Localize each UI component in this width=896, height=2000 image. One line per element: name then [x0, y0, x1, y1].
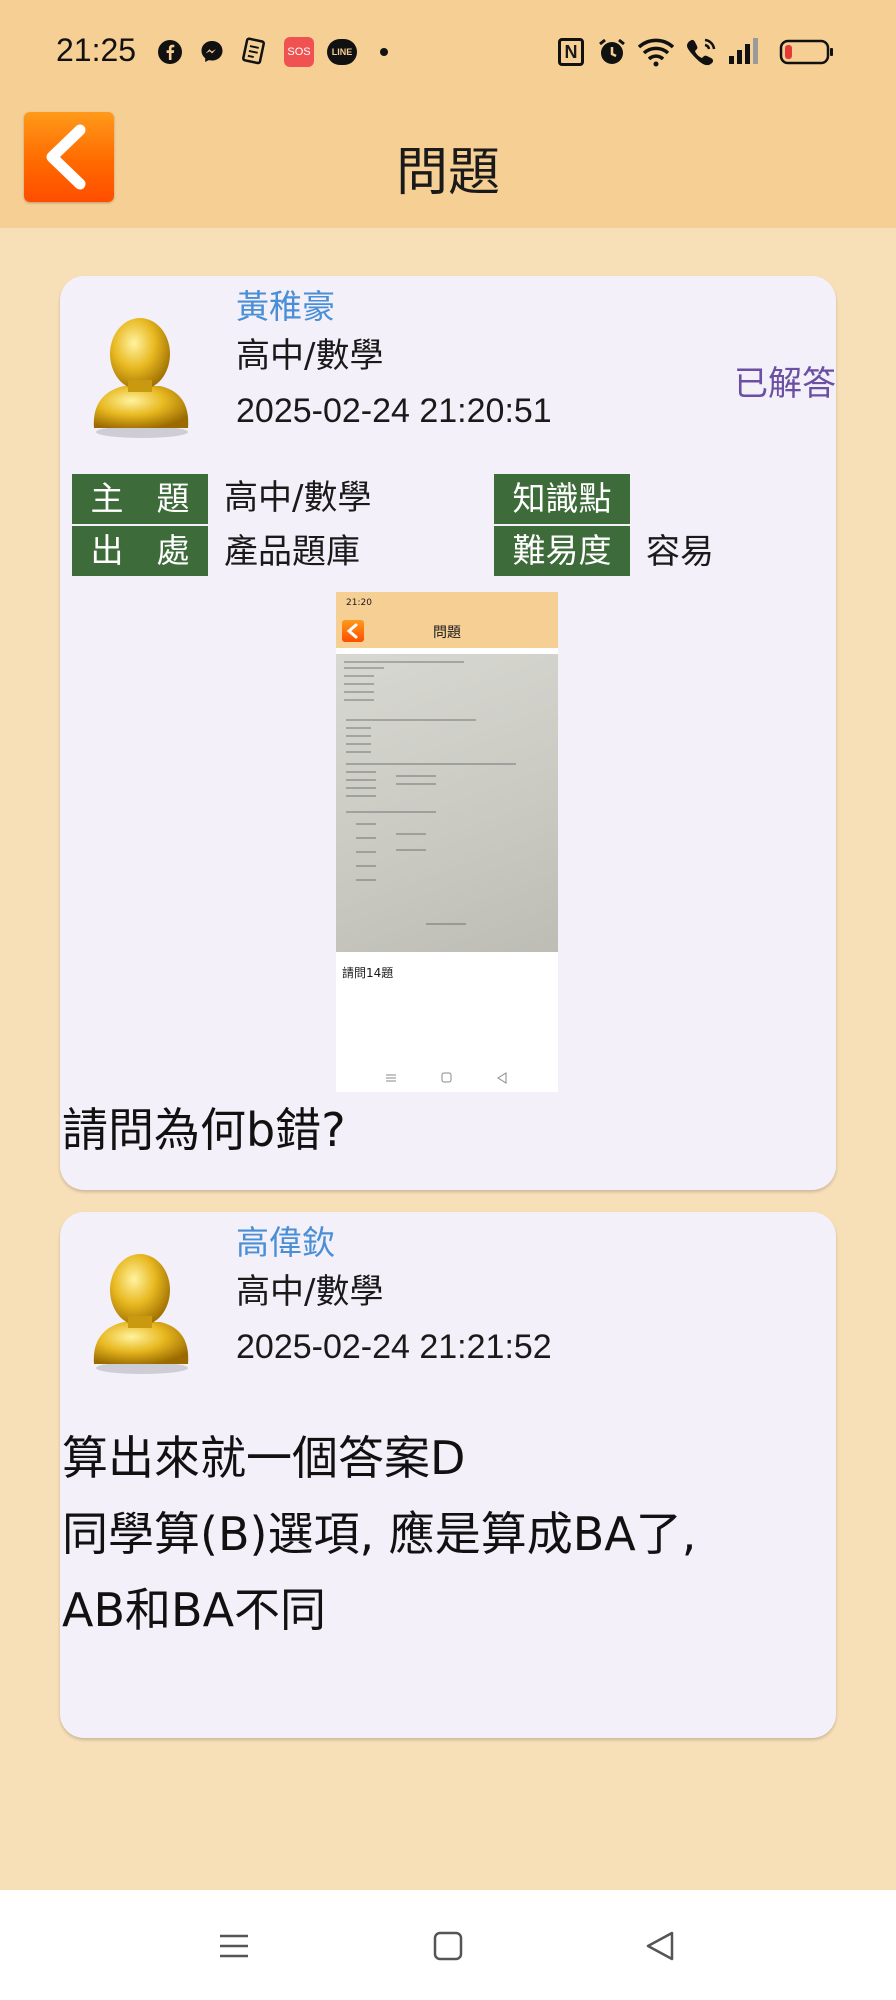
answer-text: 算出來就一個答案D 同學算(B)選項, 應是算成BA了, AB和BA不同 [62, 1431, 697, 1637]
notes-app-icon [240, 36, 268, 68]
answer-timestamp: 2025-02-24 21:21:52 [236, 1328, 552, 1366]
app-bar: 問題 [0, 100, 896, 228]
knowledge-label: 知識點 [494, 474, 630, 524]
attachment-image[interactable]: 21:20 問題 請問14題 [336, 592, 558, 1092]
battery-low-icon [778, 36, 836, 68]
page-title: 問題 [395, 143, 500, 203]
messenger-icon [198, 36, 226, 68]
asker-category: 高中/數學 [236, 336, 384, 376]
answerer-name[interactable]: 高偉欽 [236, 1216, 335, 1264]
status-badge: 已解答 [734, 364, 836, 404]
user-avatar-icon[interactable] [80, 310, 200, 440]
asker-name[interactable]: 黃稚豪 [236, 280, 335, 328]
topic-value: 高中/數學 [224, 478, 372, 518]
menu-icon[interactable] [214, 1926, 254, 1966]
back-triangle-icon[interactable] [640, 1926, 680, 1966]
thumb-title: 問題 [433, 625, 461, 641]
question-card[interactable]: 黃稚豪 高中/數學 2025-02-24 21:20:51 已解答 主 題 高中… [60, 276, 836, 1190]
dot-icon [378, 36, 390, 68]
worksheet-photo [336, 654, 558, 952]
status-bar: 21:25 SOS LINE N [0, 0, 896, 100]
line-icon: LINE [326, 36, 358, 68]
status-time: 21:25 [56, 32, 137, 68]
thumb-app-bar: 問題 [336, 614, 558, 648]
thumb-nav-bar [336, 1068, 558, 1088]
thumb-status-time: 21:20 [336, 592, 558, 614]
thumb-caption: 請問14題 [342, 966, 394, 980]
nfc-icon: N [556, 36, 586, 68]
system-nav-bar [0, 1890, 896, 2000]
alarm-icon [596, 36, 628, 68]
topic-label: 主 題 [72, 474, 208, 524]
home-square-icon[interactable] [428, 1926, 468, 1966]
difficulty-label: 難易度 [494, 526, 630, 576]
answer-card[interactable]: 高偉欽 高中/數學 2025-02-24 21:21:52 算出來就一個答案D … [60, 1212, 836, 1738]
question-text: 請問為何b錯? [62, 1103, 346, 1157]
answerer-category: 高中/數學 [236, 1272, 384, 1312]
source-value: 產品題庫 [224, 532, 360, 572]
facebook-icon [156, 36, 184, 68]
user-avatar-icon[interactable] [80, 1246, 200, 1376]
question-timestamp: 2025-02-24 21:20:51 [236, 392, 552, 430]
difficulty-value: 容易 [646, 532, 714, 572]
sos-icon: SOS [283, 36, 315, 68]
wifi-call-icon [684, 36, 718, 68]
source-label: 出 處 [72, 526, 208, 576]
signal-icon [726, 36, 762, 68]
wifi-icon [636, 36, 676, 68]
